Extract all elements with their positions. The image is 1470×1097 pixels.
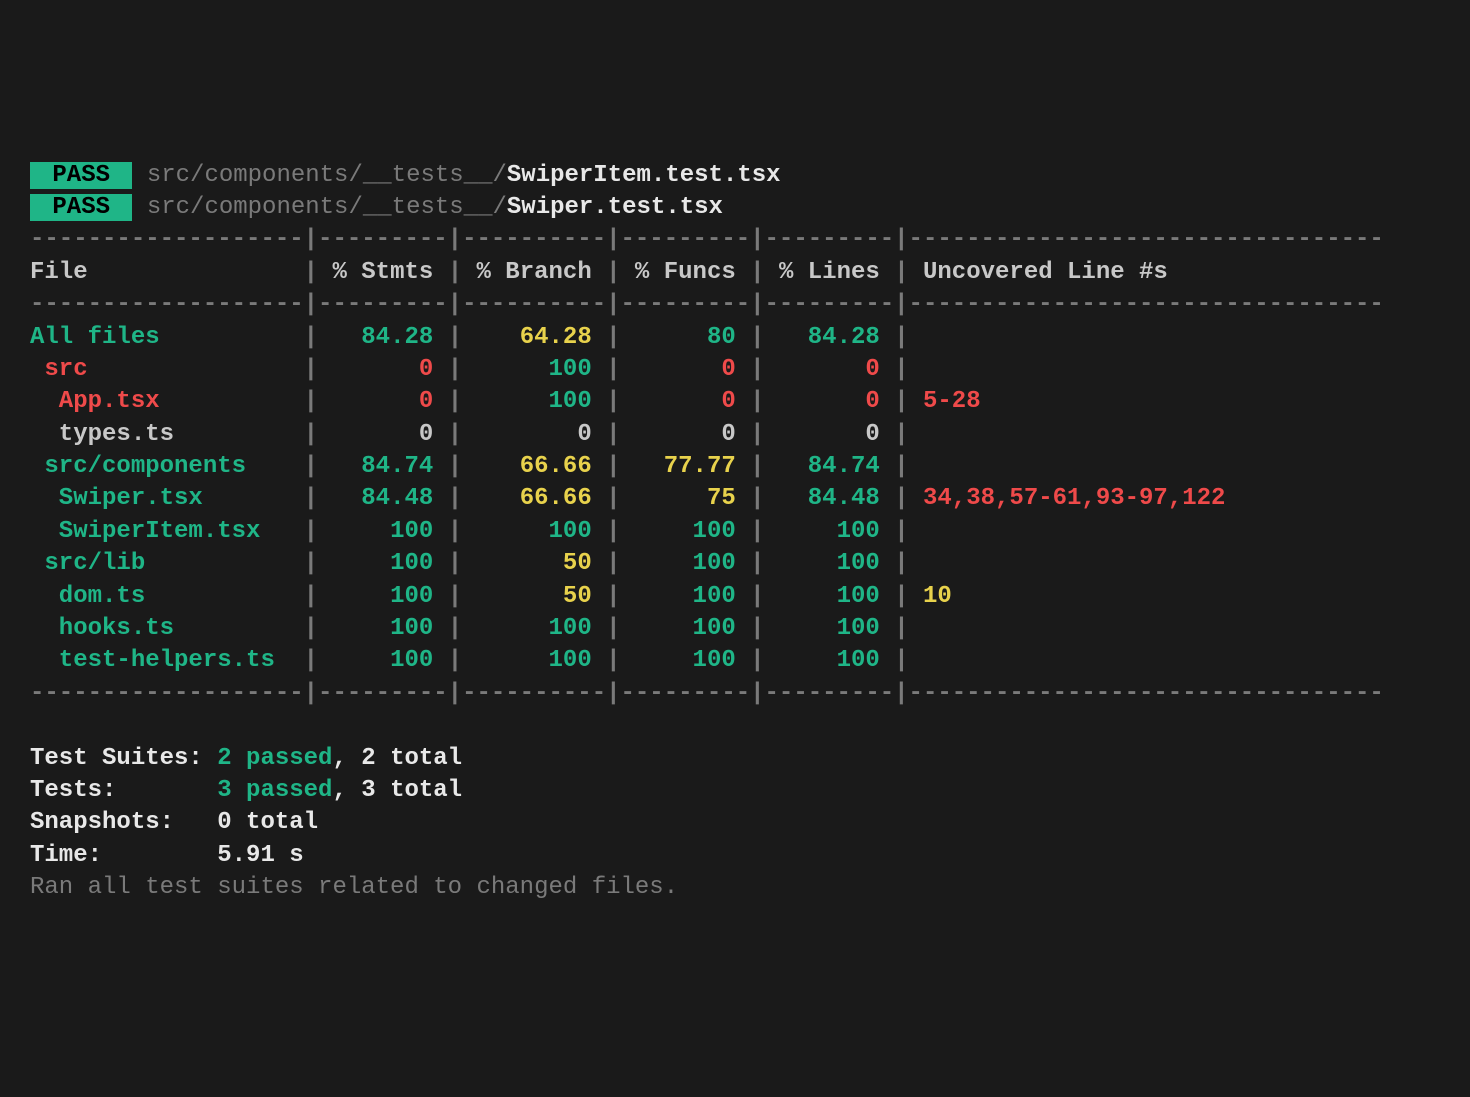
- row-lines: 100: [765, 550, 895, 577]
- row-funcs: 0: [621, 388, 751, 415]
- row-file: App.tsx: [30, 388, 304, 415]
- row-uncov: [909, 453, 923, 480]
- row-uncov: 34,38,57-61,93-97,122: [909, 485, 1226, 512]
- row-lines: 84.28: [765, 324, 895, 351]
- pass-badge: PASS: [30, 162, 132, 189]
- row-branch: 50: [462, 550, 606, 577]
- row-uncov: 10: [909, 583, 952, 610]
- row-branch: 100: [462, 518, 606, 545]
- row-file: Swiper.tsx: [30, 485, 304, 512]
- col-lines: % Lines: [765, 259, 895, 286]
- col-branch: % Branch: [462, 259, 606, 286]
- row-funcs: 100: [621, 615, 751, 642]
- row-stmts: 100: [318, 518, 448, 545]
- row-funcs: 100: [621, 518, 751, 545]
- row-stmts: 84.28: [318, 324, 448, 351]
- test-path-file: Swiper.test.tsx: [507, 194, 723, 221]
- row-stmts: 100: [318, 615, 448, 642]
- row-lines: 100: [765, 615, 895, 642]
- summary-time-label: Time:: [30, 842, 217, 869]
- row-branch: 100: [462, 388, 606, 415]
- row-branch: 66.66: [462, 485, 606, 512]
- row-lines: 84.48: [765, 485, 895, 512]
- row-funcs: 75: [621, 485, 751, 512]
- row-branch: 50: [462, 583, 606, 610]
- summary-suites-total: , 2 total: [332, 745, 462, 772]
- row-file: src/components: [30, 453, 304, 480]
- col-funcs: % Funcs: [621, 259, 751, 286]
- summary-suites-passed: 2 passed: [217, 745, 332, 772]
- row-lines: 84.74: [765, 453, 895, 480]
- test-path-dir: src/components/__tests__/: [147, 194, 507, 221]
- row-funcs: 80: [621, 324, 751, 351]
- row-funcs: 0: [621, 356, 751, 383]
- row-stmts: 0: [318, 421, 448, 448]
- row-file: SwiperItem.tsx: [30, 518, 304, 545]
- col-file: File: [30, 259, 304, 286]
- pass-badge: PASS: [30, 194, 132, 221]
- row-stmts: 84.48: [318, 485, 448, 512]
- summary-snapshots-label: Snapshots:: [30, 809, 217, 836]
- row-file: src: [30, 356, 304, 383]
- summary-tests-passed: 3 passed: [217, 777, 332, 804]
- summary-time-value: 5.91 s: [217, 842, 303, 869]
- row-uncov: [909, 518, 923, 545]
- row-file: dom.ts: [30, 583, 304, 610]
- row-uncov: [909, 550, 923, 577]
- summary-tests-total: , 3 total: [332, 777, 462, 804]
- row-lines: 100: [765, 518, 895, 545]
- row-file: types.ts: [30, 421, 304, 448]
- row-funcs: 100: [621, 647, 751, 674]
- row-lines: 100: [765, 583, 895, 610]
- row-branch: 100: [462, 356, 606, 383]
- row-uncov: [909, 647, 923, 674]
- row-branch: 0: [462, 421, 606, 448]
- col-uncov: Uncovered Line #s: [909, 259, 1168, 286]
- summary-suites-label: Test Suites:: [30, 745, 217, 772]
- row-funcs: 100: [621, 550, 751, 577]
- summary-footer: Ran all test suites related to changed f…: [30, 874, 678, 901]
- test-path-file: SwiperItem.test.tsx: [507, 162, 781, 189]
- test-path-dir: src/components/__tests__/: [147, 162, 507, 189]
- table-rule: -------------------|---------|----------…: [30, 226, 1384, 253]
- row-funcs: 0: [621, 421, 751, 448]
- row-uncov: [909, 615, 923, 642]
- row-lines: 0: [765, 356, 895, 383]
- col-stmts: % Stmts: [318, 259, 448, 286]
- terminal-output: PASS src/components/__tests__/SwiperItem…: [0, 130, 1470, 935]
- row-branch: 100: [462, 615, 606, 642]
- row-lines: 0: [765, 388, 895, 415]
- row-stmts: 0: [318, 388, 448, 415]
- row-uncov: [909, 356, 923, 383]
- row-branch: 64.28: [462, 324, 606, 351]
- table-rule: -------------------|---------|----------…: [30, 680, 1384, 707]
- row-file: All files: [30, 324, 304, 351]
- row-uncov: 5-28: [909, 388, 981, 415]
- row-file: test-helpers.ts: [30, 647, 304, 674]
- row-stmts: 100: [318, 647, 448, 674]
- row-stmts: 0: [318, 356, 448, 383]
- row-funcs: 100: [621, 583, 751, 610]
- row-funcs: 77.77: [621, 453, 751, 480]
- row-uncov: [909, 324, 923, 351]
- row-stmts: 100: [318, 583, 448, 610]
- table-rule: -------------------|---------|----------…: [30, 291, 1384, 318]
- row-branch: 66.66: [462, 453, 606, 480]
- row-branch: 100: [462, 647, 606, 674]
- row-stmts: 84.74: [318, 453, 448, 480]
- row-uncov: [909, 421, 923, 448]
- row-file: src/lib: [30, 550, 304, 577]
- summary-snapshots-total: 0 total: [217, 809, 318, 836]
- row-lines: 100: [765, 647, 895, 674]
- row-file: hooks.ts: [30, 615, 304, 642]
- row-lines: 0: [765, 421, 895, 448]
- row-stmts: 100: [318, 550, 448, 577]
- summary-tests-label: Tests:: [30, 777, 217, 804]
